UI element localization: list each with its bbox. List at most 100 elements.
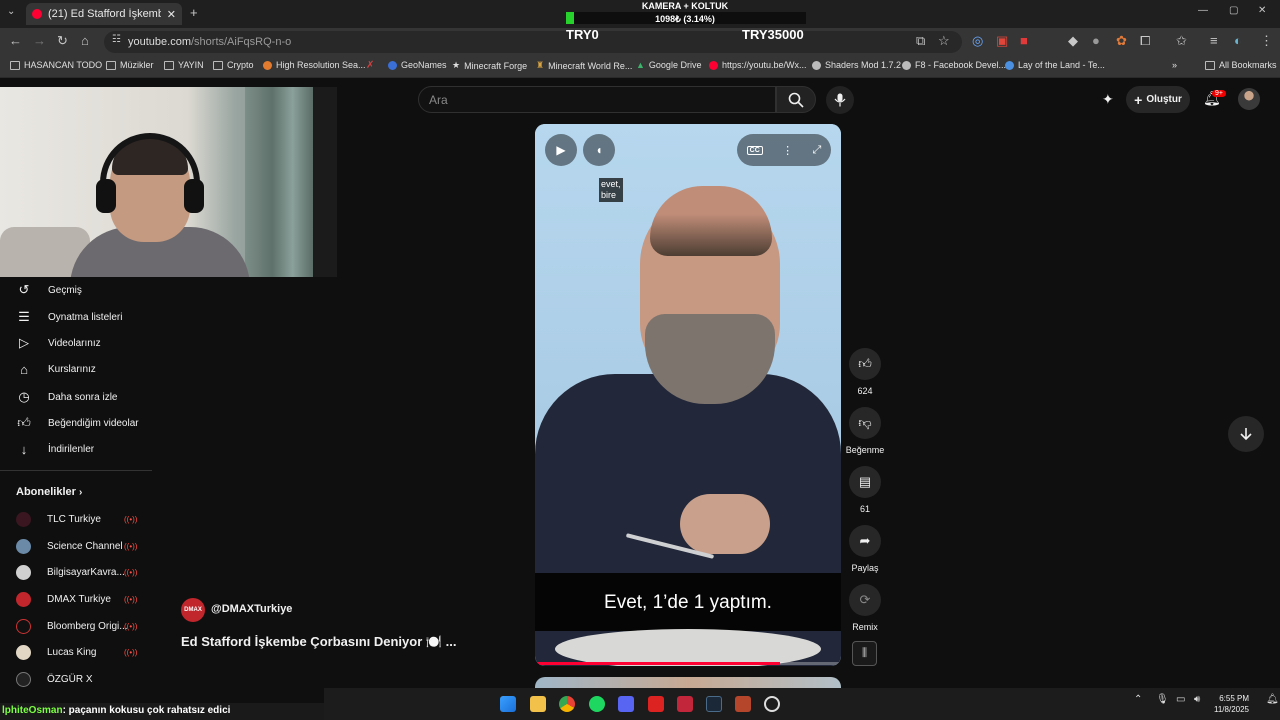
tray-mic-icon[interactable]: 🎙︎ [1156,694,1169,705]
close-window-icon[interactable]: ✕ [1258,5,1266,16]
bookmark-item[interactable]: ★ Minecraft Forge [452,60,527,71]
remix-icon[interactable]: ⟳ [849,584,881,616]
like-action[interactable]: 👍︎ 624 [848,348,882,396]
bookmark-item[interactable]: Lay of the Land - Te... [1005,60,1105,70]
bookmark-item[interactable]: Crypto [213,60,254,70]
tray-chevron-up-icon[interactable]: ⌃ [1134,694,1142,705]
captions-button[interactable]: CC [746,145,763,155]
more-bookmarks-chevron-icon[interactable]: » [1172,60,1177,70]
extension-icon[interactable]: ▣ [996,33,1008,49]
channel-handle[interactable]: @DMAXTurkiye [211,603,292,615]
media-controls-icon[interactable]: ≡ [1210,33,1218,48]
sound-waveform-icon[interactable]: ⫼ [852,641,877,666]
discord-icon[interactable] [618,696,634,712]
address-bar[interactable]: youtube.com/shorts/AiFqsRQ-n-o [104,31,962,53]
new-tab-icon[interactable]: + [190,5,198,20]
subscription-item[interactable]: DMAX Turkiye [16,592,111,607]
sidebar-item-courses[interactable]: ⌂ Kurslarınız [16,362,96,377]
subscription-item[interactable]: ÖZGÜR X [16,672,93,687]
file-explorer-icon[interactable] [530,696,546,712]
subscription-item[interactable]: BilgisayarKavra... [16,565,125,580]
back-icon[interactable]: ← [9,33,22,48]
remix-action[interactable]: ⟳ Remix [848,584,882,632]
extension-icon[interactable]: ✿ [1116,33,1127,49]
all-bookmarks[interactable]: All Bookmarks [1205,60,1277,70]
bookmark-item[interactable]: F8 - Facebook Devel... [902,60,1006,70]
extension-icon[interactable]: ■ [1020,33,1028,48]
profile-icon[interactable]: ◐ [1234,33,1242,48]
browser-tab-active[interactable]: (21) Ed Stafford İşkembe Çorbası ✕ [26,3,182,25]
bookmark-item[interactable]: Müzikler [106,60,154,70]
play-button[interactable]: ▶ [545,134,577,166]
comment-icon[interactable]: ▤ [849,466,881,498]
bookmark-item[interactable]: GeoNames [388,60,447,70]
bookmark-item[interactable]: ▲ Google Drive [636,60,701,70]
close-tab-icon[interactable]: ✕ [167,8,176,21]
home-icon[interactable]: ⌂ [81,33,89,48]
bookmark-item[interactable]: ✗ [366,60,374,71]
app-icon[interactable] [677,696,693,712]
sidebar-item-history[interactable]: ↺ Geçmiş [16,282,82,298]
share-action[interactable]: ➦ Paylaş [848,525,882,573]
tray-volume-icon[interactable]: 🔊︎ [1194,694,1200,705]
spotify-icon[interactable] [589,696,605,712]
app-icon[interactable] [735,696,751,712]
extension-icon[interactable]: ◎ [972,33,983,49]
steam-icon[interactable] [706,696,722,712]
bookmark-star-icon[interactable]: ☆ [938,33,950,49]
extension-icon[interactable]: ◆ [1068,33,1078,49]
volume-button[interactable]: ◖ [583,134,615,166]
bookmark-item[interactable]: HASANCAN TODO [10,60,102,70]
bookmark-item[interactable]: ♜ Minecraft World Re... [536,60,632,71]
account-avatar[interactable] [1238,88,1260,110]
maximize-icon[interactable]: ▢ [1229,5,1238,16]
thumbs-down-icon[interactable]: 👎︎ [849,407,881,439]
chrome-icon[interactable] [559,696,575,712]
fullscreen-icon[interactable]: ⤢ [812,144,821,157]
tray-network-icon[interactable]: ▭ [1176,694,1185,705]
obs-icon[interactable] [764,696,780,712]
sidebar-item-your-videos[interactable]: ▷ Videolarınız [16,335,101,351]
video-title[interactable]: Ed Stafford İşkembe Çorbasını Deniyor 🍽️… [181,634,457,650]
reload-icon[interactable]: ↻ [57,33,68,49]
subscription-item[interactable]: TLC Turkiye [16,512,101,527]
extensions-puzzle-icon[interactable]: ⧠ [1140,33,1150,49]
sidebar-item-watch-later[interactable]: ◷ Daha sonra izle [16,389,117,405]
creator-tools-icon[interactable]: ✦ [1102,91,1114,108]
shorts-video-player[interactable]: Evet, 1’de 1 yaptım. ▶ ◖ CC ⋮ ⤢ evet, bi… [535,124,841,666]
comments-action[interactable]: ▤ 61 [848,466,882,514]
thumbs-up-icon[interactable]: 👍︎ [849,348,881,380]
cast-icon[interactable]: ⧉ [916,33,925,49]
system-clock[interactable]: 6:55 PM 11/8/2025 [1214,693,1249,715]
more-options-icon[interactable]: ⋮ [782,144,793,157]
dislike-action[interactable]: 👎︎ Beğenme [846,407,884,455]
share-icon[interactable]: ➦ [849,525,881,557]
search-button[interactable] [776,86,816,113]
tray-notification-icon[interactable]: 🔔︎ [1266,694,1279,705]
next-video-button[interactable] [1228,416,1264,452]
search-input[interactable]: Ara [418,86,776,113]
bookmark-item[interactable]: https://youtu.be/Wx... [709,60,807,70]
menu-dots-icon[interactable]: ⋮ [1260,33,1273,49]
sidebar-item-playlists[interactable]: ☰ Oynatma listeleri [16,309,122,325]
bookmark-item[interactable]: Shaders Mod 1.7.2 [812,60,901,70]
channel-avatar[interactable]: DMAX [181,598,205,622]
subscription-item[interactable]: Science Channel [16,539,123,554]
sidebar-item-downloads[interactable]: ↓ İndirilenler [16,442,94,457]
app-icon[interactable] [648,696,664,712]
minimize-icon[interactable]: — [1198,5,1208,16]
site-info-icon[interactable]: ☷ [112,34,121,45]
bookmark-item[interactable]: YAYIN [164,60,204,70]
windows-start-icon[interactable] [500,696,516,712]
tab-search-icon[interactable]: ⌄ [7,6,15,17]
sidebar-item-liked-videos[interactable]: 👍︎ Beğendiğim videolar [16,415,138,431]
create-button[interactable]: + Oluştur [1126,86,1190,113]
forward-icon[interactable]: → [33,33,46,48]
subscriptions-heading[interactable]: Abonelikler › [16,486,82,498]
voice-search-button[interactable] [826,86,854,114]
bookmark-item[interactable]: High Resolution Sea... [263,60,366,70]
subscription-item[interactable]: Bloomberg Origi... [16,619,128,634]
subscription-item[interactable]: Lucas King [16,645,96,660]
extension-icon[interactable]: ● [1092,33,1100,48]
reading-list-icon[interactable]: ✩ [1176,33,1187,49]
